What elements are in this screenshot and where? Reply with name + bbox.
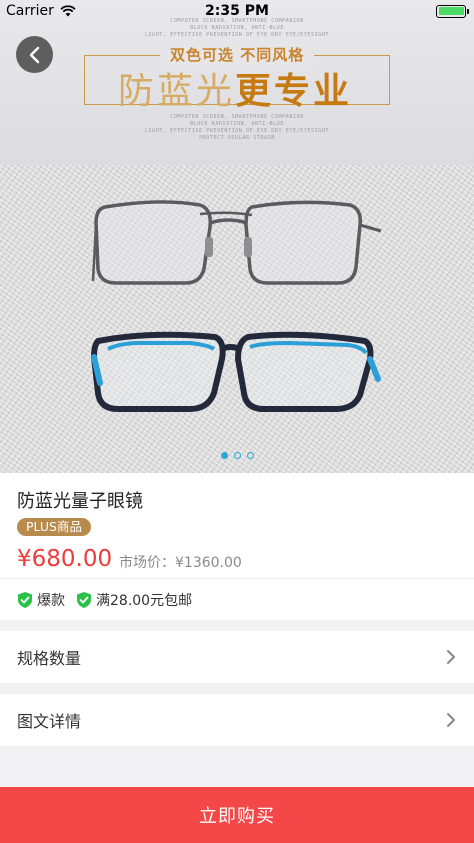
tag-label: 满28.00元包邮 xyxy=(96,593,193,609)
product-info-card: 防蓝光量子眼镜 PLUS商品 ¥680.00 市场价：¥1360.00 爆款 满… xyxy=(0,473,474,620)
plus-badge: PLUS商品 xyxy=(17,518,91,536)
banner-headline-light: 防蓝光 xyxy=(118,71,236,112)
tag-label: 爆款 xyxy=(37,593,65,609)
banner-fine-text-bottom: COMPUTER SCREEN, SMARTPHONE COMPANION BL… xyxy=(144,114,330,141)
divider xyxy=(0,578,474,579)
glasses-image xyxy=(91,200,382,412)
row-label: 图文详情 xyxy=(17,712,82,731)
spec-quantity-row[interactable]: 规格数量 xyxy=(0,631,474,683)
buy-now-button[interactable]: 立即购买 xyxy=(0,787,474,843)
tag-hot: 爆款 xyxy=(17,590,65,610)
chevron-right-icon xyxy=(447,650,455,664)
product-name: 防蓝光量子眼镜 xyxy=(17,491,143,512)
carousel-indicator xyxy=(0,452,474,459)
carousel-dot[interactable] xyxy=(246,452,254,459)
market-price: 市场价：¥1360.00 xyxy=(119,555,242,571)
banner-headline-bold: 更专业 xyxy=(235,70,353,112)
detail-row[interactable]: 图文详情 xyxy=(0,694,474,746)
tag-free-shipping: 满28.00元包邮 xyxy=(76,590,192,610)
product-price: ¥680.00 xyxy=(17,546,113,572)
product-image-carousel[interactable] xyxy=(0,165,474,473)
shield-check-icon xyxy=(18,592,32,608)
promo-banner: COMPUTER SCREEN, SMARTPHONE COMPANION BL… xyxy=(0,0,474,165)
carousel-dot[interactable] xyxy=(220,452,228,459)
row-label: 规格数量 xyxy=(17,649,82,668)
carrier-label: Carrier xyxy=(6,3,54,19)
back-button[interactable] xyxy=(16,36,53,73)
wifi-icon xyxy=(60,5,76,17)
battery-fill xyxy=(438,7,464,15)
shield-check-icon xyxy=(77,592,91,608)
chevron-left-icon xyxy=(29,46,39,63)
battery-icon xyxy=(436,4,469,18)
status-bar: Carrier 2:35 PM xyxy=(0,0,474,22)
carousel-dot[interactable] xyxy=(233,452,241,459)
banner-headline: 防蓝光更专业 xyxy=(118,62,352,114)
chevron-right-icon xyxy=(447,713,455,727)
